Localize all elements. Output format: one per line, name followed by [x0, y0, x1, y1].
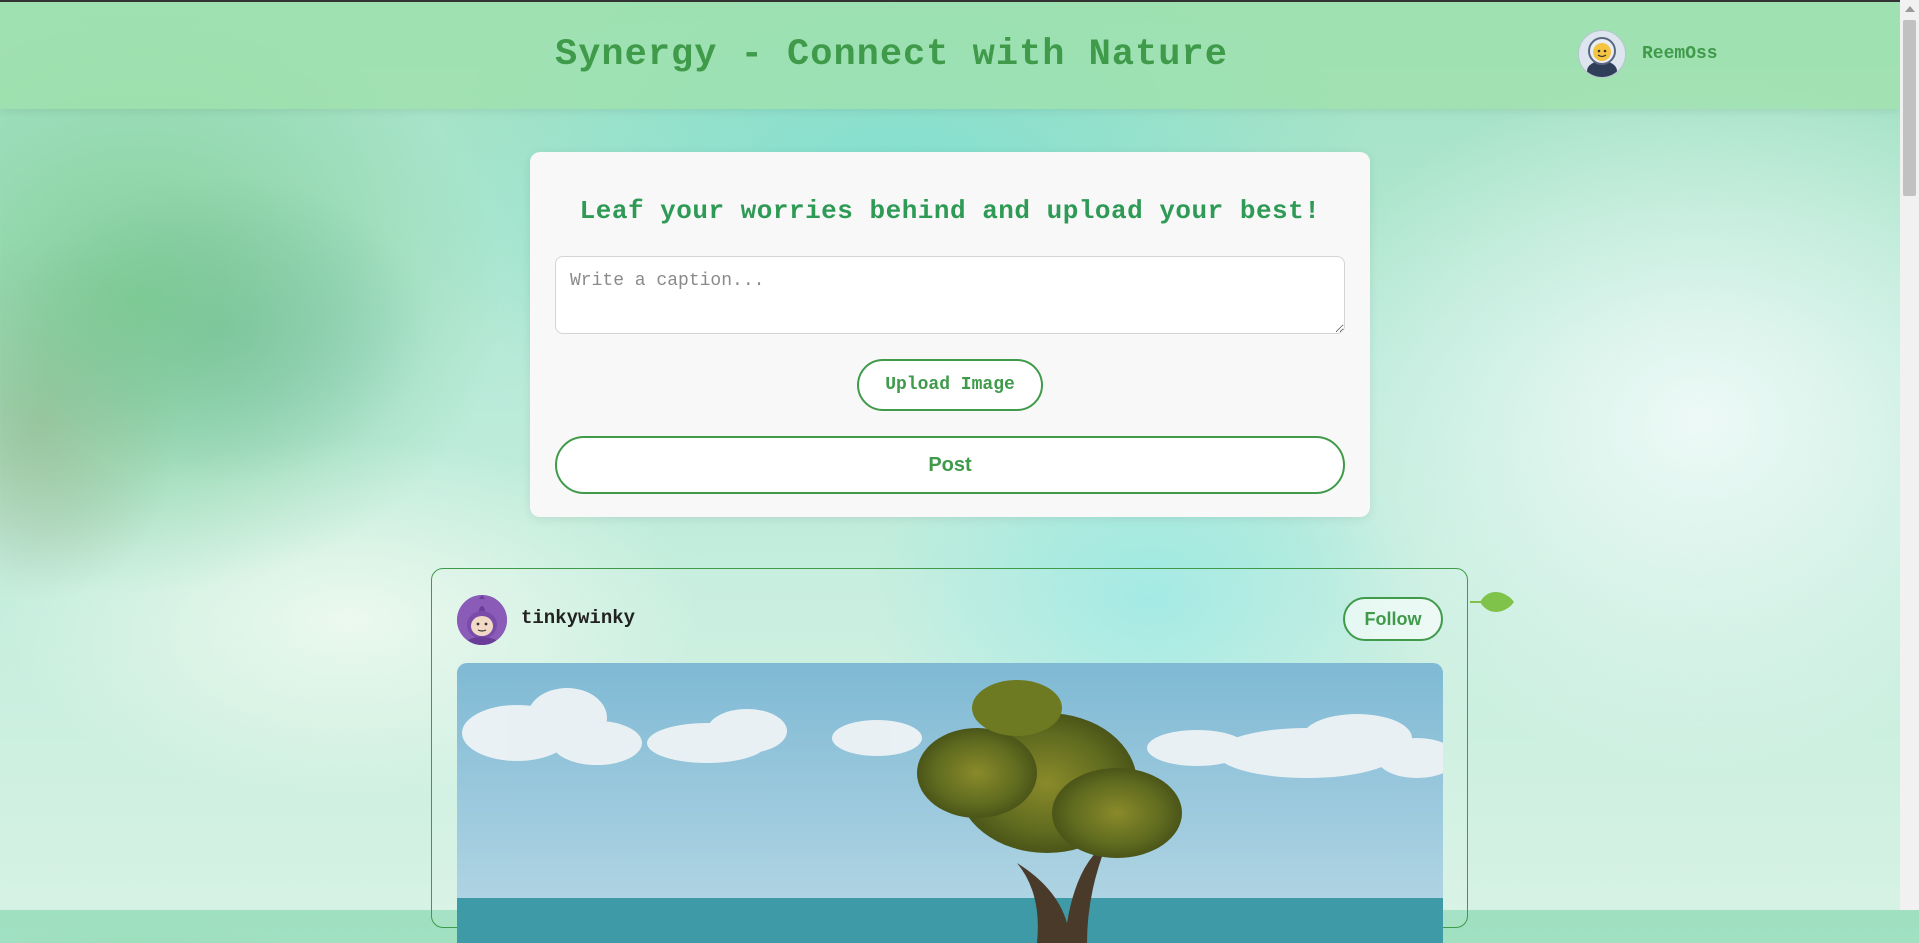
post-button[interactable]: Post — [555, 436, 1345, 494]
upload-image-button[interactable]: Upload Image — [857, 359, 1043, 411]
astronaut-avatar-icon[interactable] — [1578, 30, 1626, 78]
post-composer-card: Leaf your worries behind and upload your… — [530, 152, 1370, 517]
scroll-up-arrow-icon[interactable] — [1905, 6, 1915, 12]
caption-input[interactable] — [555, 256, 1345, 334]
tree-by-the-sea-photo[interactable] — [457, 663, 1443, 943]
composer-title: Leaf your worries behind and upload your… — [579, 196, 1321, 226]
scrollbar-thumb[interactable] — [1903, 20, 1916, 196]
leaf-icon — [1470, 587, 1516, 622]
vertical-scrollbar[interactable] — [1900, 0, 1919, 910]
post-card: tinkywinky Follow — [431, 568, 1468, 943]
user-profile[interactable]: ReemOss — [1578, 30, 1718, 78]
top-navbar: Synergy - Connect with Nature ReemOss — [0, 0, 1900, 109]
username-label[interactable]: ReemOss — [1642, 44, 1718, 64]
site-title: Synergy - Connect with Nature — [555, 34, 1228, 76]
purple-character-avatar-icon[interactable] — [457, 595, 507, 645]
post-username[interactable]: tinkywinky — [521, 607, 635, 629]
follow-button[interactable]: Follow — [1343, 597, 1443, 641]
